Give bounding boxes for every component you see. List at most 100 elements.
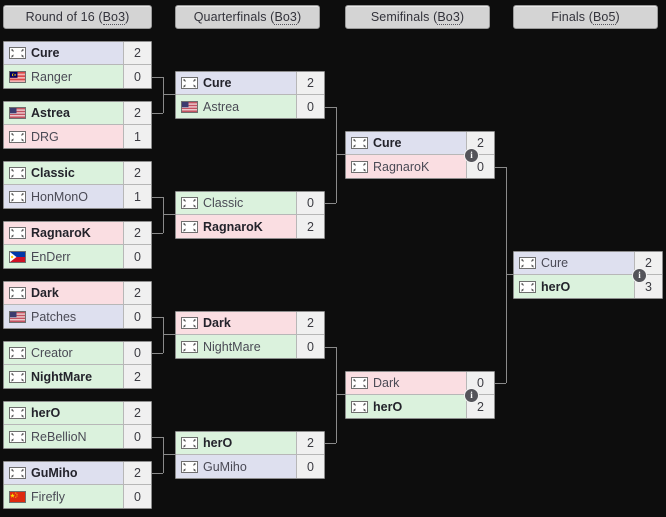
team-row[interactable]: Dark 2 <box>176 312 324 335</box>
team-cell: Classic <box>176 192 296 214</box>
team-row[interactable]: GuMiho 2 <box>4 462 151 485</box>
team-row[interactable]: RagnaroK 2 <box>176 215 324 238</box>
team-name[interactable]: Dark <box>203 316 231 330</box>
team-name[interactable]: Creator <box>31 346 73 360</box>
team-row[interactable]: RagnaroK 2 <box>4 222 151 245</box>
flag-kr-icon <box>9 47 26 59</box>
bracket-connector <box>495 382 506 384</box>
team-name[interactable]: Cure <box>373 136 401 150</box>
team-cell: HonMonO <box>4 185 123 208</box>
bracket-connector <box>152 112 163 114</box>
flag-kr-icon <box>351 377 368 389</box>
team-name[interactable]: Classic <box>203 196 243 210</box>
team-name[interactable]: NightMare <box>31 370 92 384</box>
match-box: Classic 0 RagnaroK 2 <box>175 191 325 239</box>
team-row[interactable]: GuMiho 0 <box>176 455 324 478</box>
team-cell: EnDerr <box>4 245 123 268</box>
team-row[interactable]: EnDerr 0 <box>4 245 151 268</box>
team-name[interactable]: HonMonO <box>31 190 88 204</box>
round-format-abbr[interactable]: Bo3 <box>437 10 460 25</box>
flag-kr-icon <box>519 280 536 293</box>
team-name[interactable]: RagnaroK <box>31 226 91 240</box>
bracket-connector <box>325 202 336 204</box>
team-row[interactable]: herO 2 <box>176 432 324 455</box>
team-name[interactable]: herO <box>373 400 402 414</box>
team-row[interactable]: Classic 2 <box>4 162 151 185</box>
team-row[interactable]: Classic 0 <box>176 192 324 215</box>
team-name[interactable]: herO <box>31 406 60 420</box>
team-row[interactable]: Creator 0 <box>4 342 151 365</box>
team-name[interactable]: Ranger <box>31 70 72 84</box>
team-name[interactable]: Astrea <box>203 100 239 114</box>
flag-kr-icon <box>181 197 198 209</box>
team-name[interactable]: DRG <box>31 130 59 144</box>
round-header-label: Semifinals <box>370 10 430 24</box>
team-row[interactable]: Dark 2 <box>4 282 151 305</box>
bracket-connector <box>506 274 513 275</box>
team-row[interactable]: Cure 2 <box>176 72 324 95</box>
team-score: 0 <box>296 192 324 214</box>
round-format-abbr[interactable]: Bo3 <box>274 10 297 25</box>
team-name[interactable]: RagnaroK <box>203 220 263 234</box>
team-name[interactable]: herO <box>203 436 232 450</box>
team-name[interactable]: Cure <box>31 46 59 60</box>
team-score: 0 <box>123 342 151 364</box>
match-box: Dark 2 Patches 0 <box>3 281 152 329</box>
team-score: 1 <box>123 185 151 208</box>
team-row[interactable]: Firefly 0 <box>4 485 151 508</box>
team-cell: RagnaroK <box>4 222 123 244</box>
team-name[interactable]: Cure <box>541 256 568 270</box>
team-name[interactable]: Classic <box>31 166 75 180</box>
team-row[interactable]: Cure 2 <box>4 42 151 65</box>
bracket-connector <box>495 166 506 168</box>
team-score: 2 <box>123 402 151 424</box>
team-cell: Cure <box>4 42 123 64</box>
team-name[interactable]: EnDerr <box>31 250 71 264</box>
team-name[interactable]: Firefly <box>31 490 65 504</box>
team-row[interactable]: NightMare 2 <box>4 365 151 388</box>
team-cell: Classic <box>4 162 123 184</box>
team-name[interactable]: ReBellioN <box>31 430 87 444</box>
team-score: 2 <box>296 312 324 334</box>
team-name[interactable]: GuMiho <box>203 460 247 474</box>
team-row[interactable]: HonMonO 1 <box>4 185 151 208</box>
team-score: 0 <box>123 305 151 328</box>
round-format-abbr[interactable]: Bo5 <box>592 10 616 25</box>
flag-us-icon <box>9 310 26 323</box>
flag-us-icon <box>9 107 26 119</box>
team-cell: Cure <box>176 72 296 94</box>
team-row[interactable]: Ranger 0 <box>4 65 151 88</box>
bracket-connector <box>325 106 336 108</box>
team-row[interactable]: herO 2 <box>4 402 151 425</box>
match-info-icon[interactable]: i <box>632 268 647 283</box>
team-row[interactable]: NightMare 0 <box>176 335 324 358</box>
team-row[interactable]: Patches 0 <box>4 305 151 328</box>
team-name[interactable]: Dark <box>31 286 59 300</box>
match-info-icon[interactable]: i <box>464 388 479 403</box>
flag-us-icon <box>181 100 198 113</box>
team-name[interactable]: Cure <box>203 76 231 90</box>
team-name[interactable]: GuMiho <box>31 466 78 480</box>
round-header-label: Round of 16 <box>25 10 95 24</box>
team-row[interactable]: Astrea 0 <box>176 95 324 118</box>
round-format-abbr[interactable]: Bo3 <box>102 10 126 25</box>
team-row[interactable]: Astrea 2 <box>4 102 151 125</box>
team-name[interactable]: NightMare <box>203 340 261 354</box>
team-cell: Dark <box>4 282 123 304</box>
flag-kr-icon <box>181 460 198 473</box>
team-name[interactable]: RagnaroK <box>373 160 429 174</box>
match-info-icon[interactable]: i <box>464 148 479 163</box>
flag-kr-icon <box>9 167 26 179</box>
team-cell: DRG <box>4 125 123 148</box>
team-name[interactable]: Patches <box>31 310 76 324</box>
team-name[interactable]: Astrea <box>31 106 70 120</box>
team-cell: Patches <box>4 305 123 328</box>
team-cell: herO <box>176 432 296 454</box>
flag-kr-icon <box>351 400 368 413</box>
round-header-label: Quarterfinals <box>193 10 267 24</box>
team-row[interactable]: ReBellioN 0 <box>4 425 151 448</box>
team-cell: Ranger <box>4 65 123 88</box>
team-row[interactable]: DRG 1 <box>4 125 151 148</box>
team-name[interactable]: herO <box>541 280 570 294</box>
team-name[interactable]: Dark <box>373 376 399 390</box>
